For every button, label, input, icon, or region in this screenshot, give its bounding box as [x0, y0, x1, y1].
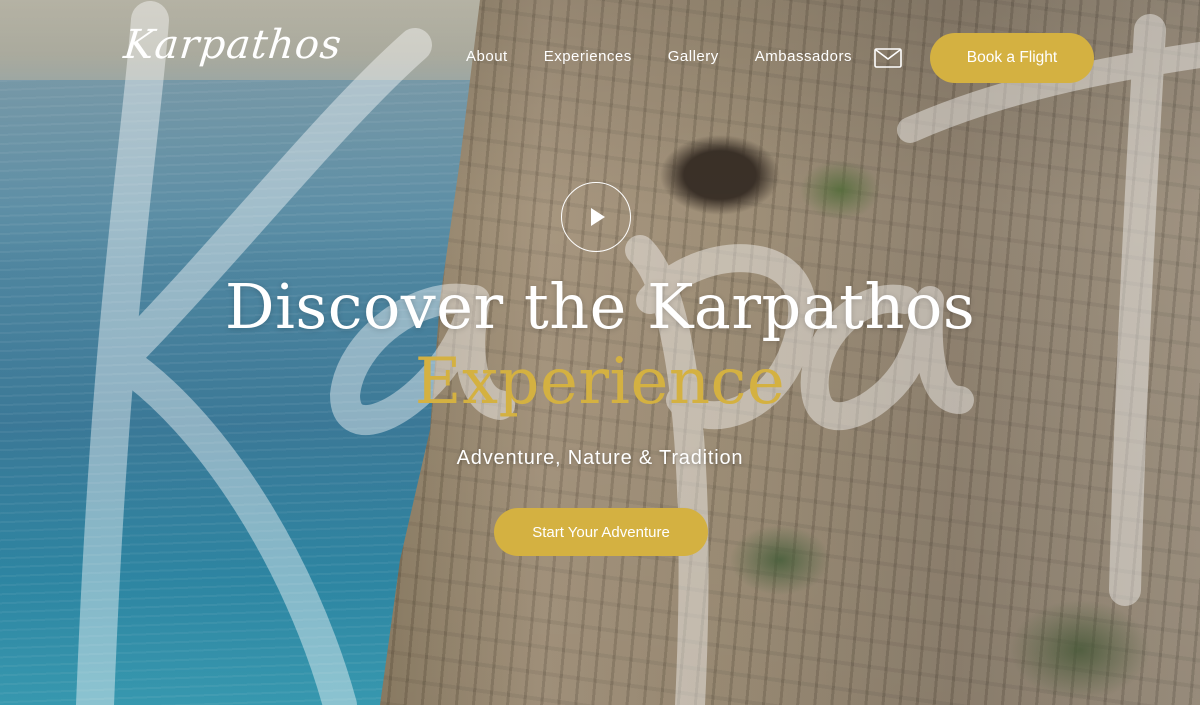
- start-your-adventure-button[interactable]: Start Your Adventure: [494, 508, 708, 556]
- hero-headline: Discover the Karpathos Experience: [0, 268, 1200, 418]
- play-video-button[interactable]: [561, 182, 631, 252]
- hero-section: Karpathos About Experiences Gallery Amba…: [0, 0, 1200, 705]
- nav-link-gallery[interactable]: Gallery: [668, 48, 719, 65]
- nav-link-ambassadors[interactable]: Ambassadors: [755, 48, 852, 65]
- book-a-flight-button[interactable]: Book a Flight: [930, 33, 1094, 83]
- play-icon: [591, 208, 605, 226]
- top-navigation: Karpathos About Experiences Gallery Amba…: [0, 0, 1200, 115]
- headline-line-2: Experience: [414, 345, 786, 419]
- nav-link-about[interactable]: About: [466, 48, 508, 65]
- headline-line-1: Discover the Karpathos: [224, 270, 976, 343]
- nav-links: About Experiences Gallery Ambassadors: [466, 48, 852, 65]
- brand-logo[interactable]: Karpathos: [122, 22, 345, 68]
- hero-tagline: Adventure, Nature & Tradition: [456, 447, 744, 469]
- nav-link-experiences[interactable]: Experiences: [544, 48, 632, 65]
- mail-icon[interactable]: [874, 48, 902, 68]
